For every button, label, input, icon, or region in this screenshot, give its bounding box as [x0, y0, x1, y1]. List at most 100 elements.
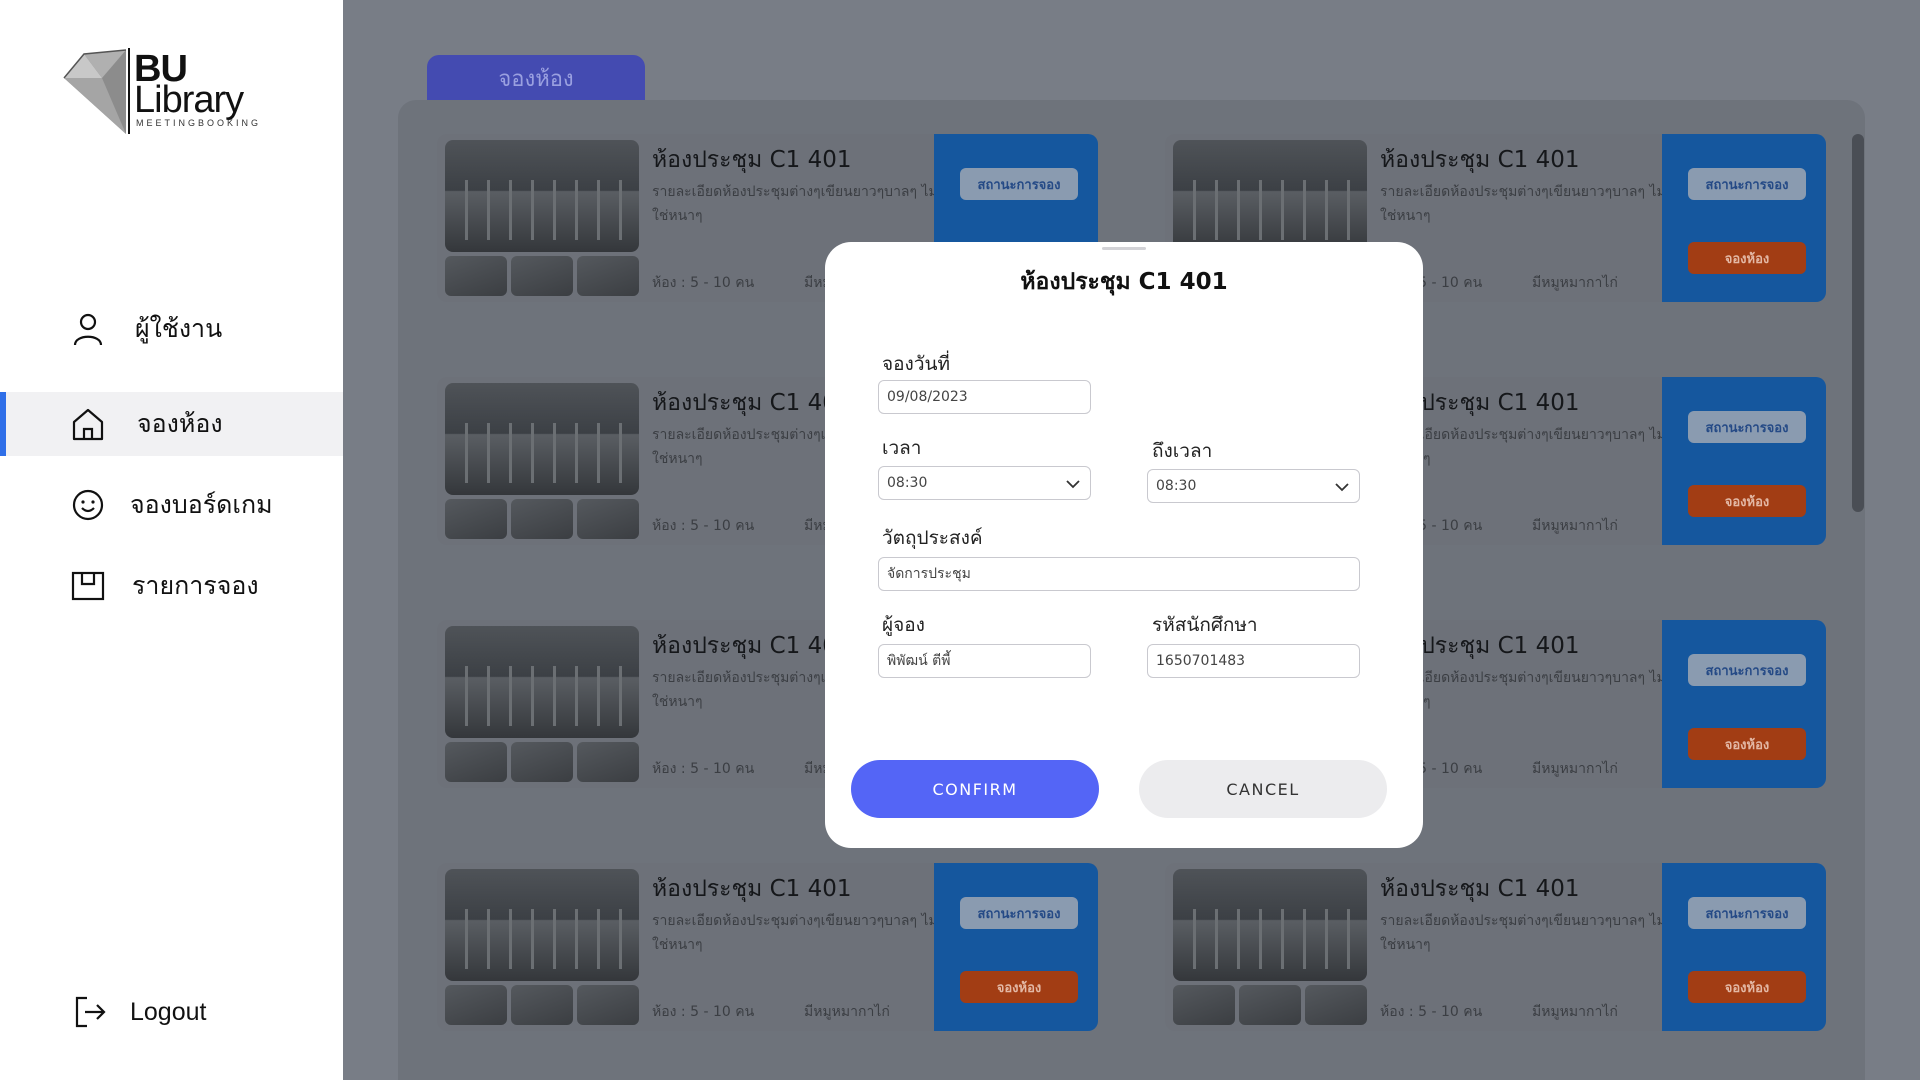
room-capacity: ห้อง : 5 - 10 คน: [1380, 1004, 1483, 1020]
room-extra-info: มีหมูหมากาไก่: [1532, 761, 1618, 777]
booking-modal: ห้องประชุม C1 401 จองวันที่ 09/08/2023 เ…: [825, 242, 1423, 848]
booking-status-button[interactable]: สถานะการจอง: [1688, 654, 1806, 686]
sidebar-item-label: จองห้อง: [137, 409, 223, 438]
booker-field[interactable]: พิพัฒน์ ตีพี้: [878, 644, 1091, 678]
room-thumbnail[interactable]: [1239, 985, 1301, 1025]
booking-status-button[interactable]: สถานะการจอง: [960, 168, 1078, 200]
room-card-actions: สถานะการจองจองห้อง: [1662, 377, 1826, 545]
modal-handle: [1102, 247, 1146, 250]
room-title: ห้องประชุม C1 401: [1380, 876, 1580, 902]
room-capacity: ห้อง : 5 - 10 คน: [652, 518, 755, 534]
room-capacity: ห้อง : 5 - 10 คน: [652, 761, 755, 777]
user-icon: [70, 311, 106, 347]
room-card: ห้องประชุม C1 401 รายละเอียดห้องประชุมต่า…: [437, 863, 1098, 1031]
chevron-down-icon: [1066, 480, 1080, 489]
to-time-select[interactable]: 08:30: [1147, 469, 1360, 503]
time-label: เวลา: [882, 437, 922, 459]
room-card-actions: สถานะการจองจองห้อง: [1662, 134, 1826, 302]
book-room-button[interactable]: จองห้อง: [1688, 242, 1806, 274]
date-field[interactable]: 09/08/2023: [878, 380, 1091, 414]
room-thumbnail[interactable]: [577, 985, 639, 1025]
sidebar-item-label: จองบอร์ดเกม: [130, 490, 273, 519]
room-description: รายละเอียดห้องประชุมต่างๆเขียนยาวๆบาลๆ ไ…: [1380, 427, 1666, 467]
purpose-label: วัตถุประสงค์: [882, 527, 983, 549]
date-label: จองวันที่: [882, 353, 951, 375]
room-capacity: ห้อง : 5 - 10 คน: [652, 1004, 755, 1020]
room-extra-info: มีหมูหมากาไก่: [1532, 1004, 1618, 1020]
to-time-label: ถึงเวลา: [1152, 440, 1213, 462]
book-room-button[interactable]: จองห้อง: [960, 971, 1078, 1003]
modal-title: ห้องประชุม C1 401: [1020, 269, 1228, 295]
time-value: 08:30: [887, 475, 928, 491]
student-id-field[interactable]: 1650701483: [1147, 644, 1360, 678]
room-thumbnail[interactable]: [511, 256, 573, 296]
logout-icon: [72, 994, 108, 1030]
home-icon: [70, 406, 106, 442]
room-title: ห้องประชุม C1 401: [652, 633, 852, 659]
book-room-button[interactable]: จองห้อง: [1688, 485, 1806, 517]
student-id-label: รหัสนักศึกษา: [1152, 614, 1258, 636]
smiley-icon: [70, 487, 106, 523]
logo-subtitle: MEETINGBOOKING: [136, 118, 262, 128]
room-photo: [1173, 869, 1367, 981]
time-select[interactable]: 08:30: [878, 466, 1091, 500]
room-photo: [445, 626, 639, 738]
scrollbar[interactable]: [1852, 134, 1864, 512]
room-extra-info: มีหมูหมากาไก่: [1532, 275, 1618, 291]
room-card-actions: สถานะการจองจองห้อง: [1662, 863, 1826, 1031]
room-thumbnail[interactable]: [1173, 985, 1235, 1025]
room-photo: [445, 140, 639, 252]
box-icon: [70, 568, 106, 604]
room-thumbnail[interactable]: [577, 256, 639, 296]
room-extra-info: มีหมูหมากาไก่: [1532, 518, 1618, 534]
sidebar-item-booking-list[interactable]: รายการจอง: [0, 554, 343, 618]
sidebar-item-label: รายการจอง: [132, 571, 259, 600]
room-thumbnail[interactable]: [577, 742, 639, 782]
room-photo: [445, 869, 639, 981]
room-thumbnail[interactable]: [1305, 985, 1367, 1025]
sidebar-item-users[interactable]: ผู้ใช้งาน: [0, 297, 343, 361]
purpose-value: จัดการประชุม: [887, 566, 971, 582]
booker-value: พิพัฒน์ ตีพี้: [887, 653, 951, 669]
room-card-actions: สถานะการจองจองห้อง: [934, 863, 1098, 1031]
room-thumbnail[interactable]: [445, 499, 507, 539]
logout-label: Logout: [130, 997, 207, 1026]
sidebar-item-book-room[interactable]: จองห้อง: [0, 392, 343, 456]
room-description: รายละเอียดห้องประชุมต่างๆเขียนยาวๆบาลๆ ไ…: [652, 913, 938, 953]
room-description: รายละเอียดห้องประชุมต่างๆเขียนยาวๆบาลๆ ไ…: [652, 184, 938, 224]
confirm-button[interactable]: CONFIRM: [851, 760, 1099, 818]
booking-status-button[interactable]: สถานะการจอง: [1688, 897, 1806, 929]
room-thumbnail[interactable]: [577, 499, 639, 539]
book-room-button[interactable]: จองห้อง: [1688, 728, 1806, 760]
room-thumbnail[interactable]: [445, 985, 507, 1025]
logo-divider: [128, 48, 130, 134]
tab-book-room[interactable]: จองห้อง: [427, 55, 645, 101]
room-description: รายละเอียดห้องประชุมต่างๆเขียนยาวๆบาลๆ ไ…: [1380, 184, 1666, 224]
room-title: ห้องประชุม C1 401: [1380, 147, 1580, 173]
room-description: รายละเอียดห้องประชุมต่างๆเขียนยาวๆบาลๆ ไ…: [1380, 670, 1666, 710]
room-thumbnail[interactable]: [511, 742, 573, 782]
room-thumbnail[interactable]: [511, 985, 573, 1025]
room-card: ห้องประชุม C1 401 รายละเอียดห้องประชุมต่า…: [1165, 863, 1826, 1031]
logo-text-library: Library: [134, 79, 244, 121]
cancel-button[interactable]: CANCEL: [1139, 760, 1387, 818]
booker-label: ผู้จอง: [882, 614, 925, 636]
to-time-value: 08:30: [1156, 478, 1197, 494]
sidebar-item-book-boardgame[interactable]: จองบอร์ดเกม: [0, 473, 343, 537]
book-room-button[interactable]: จองห้อง: [1688, 971, 1806, 1003]
room-thumbnail[interactable]: [445, 256, 507, 296]
room-description: รายละเอียดห้องประชุมต่างๆเขียนยาวๆบาลๆ ไ…: [1380, 913, 1666, 953]
purpose-field[interactable]: จัดการประชุม: [878, 557, 1360, 591]
room-capacity: ห้อง : 5 - 10 คน: [652, 275, 755, 291]
chevron-down-icon: [1335, 483, 1349, 492]
room-thumbnail[interactable]: [445, 742, 507, 782]
logout-button[interactable]: Logout: [0, 980, 343, 1044]
room-card-actions: สถานะการจองจองห้อง: [1662, 620, 1826, 788]
booking-status-button[interactable]: สถานะการจอง: [1688, 168, 1806, 200]
room-thumbnail[interactable]: [511, 499, 573, 539]
booking-status-button[interactable]: สถานะการจอง: [1688, 411, 1806, 443]
sidebar: BU Library MEETINGBOOKING ผู้ใช้งาน จองห…: [0, 0, 343, 1080]
booking-status-button[interactable]: สถานะการจอง: [960, 897, 1078, 929]
room-photo: [445, 383, 639, 495]
diamond-logo-icon: [63, 49, 127, 134]
